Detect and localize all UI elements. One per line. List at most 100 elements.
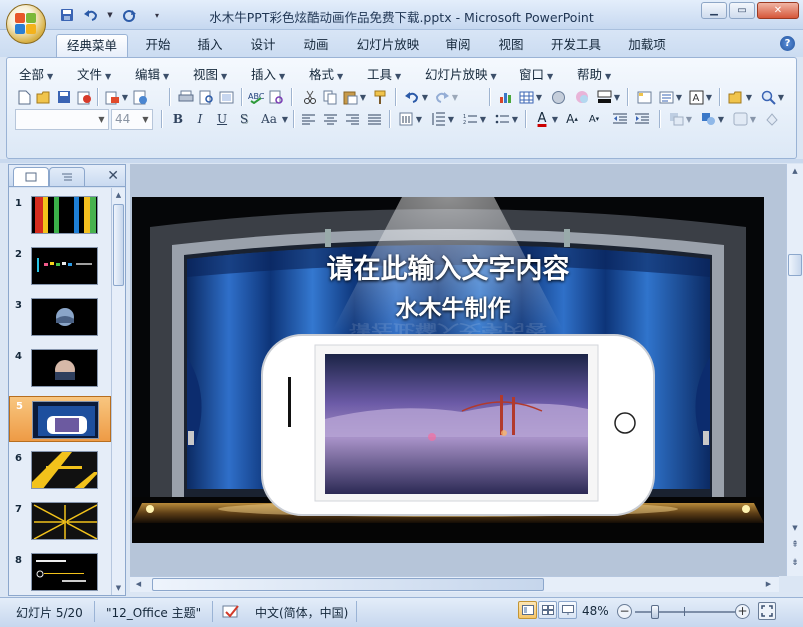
fill-color-dropdown-icon[interactable]: ▼ [613, 87, 621, 107]
tab-home[interactable]: 开始 [140, 34, 176, 57]
normal-view-button[interactable] [518, 601, 537, 619]
editor-vertical-scrollbar[interactable]: ▲ ▼ ⇞ ⇟ [786, 164, 803, 576]
tab-addins[interactable]: 加载项 [623, 34, 671, 57]
text-box-icon[interactable]: A [687, 87, 705, 107]
tab-outline[interactable] [49, 167, 85, 186]
font-size-dropdown-icon[interactable]: ▼ [139, 110, 152, 129]
slide-thumbnail[interactable]: 3 [9, 298, 111, 344]
tab-animation[interactable]: 动画 [298, 34, 334, 57]
menu-edit[interactable]: 编辑 ▼ [135, 64, 169, 83]
insert-media-icon[interactable] [549, 87, 567, 107]
menu-window[interactable]: 窗口 ▼ [519, 64, 553, 83]
text-direction-icon[interactable] [397, 109, 415, 129]
numbering-dropdown-icon[interactable]: ▼ [479, 109, 487, 129]
find-dropdown-icon[interactable]: ▼ [777, 87, 785, 107]
print-icon[interactable] [177, 87, 195, 107]
menu-file[interactable]: 文件 ▼ [77, 64, 111, 83]
redo-toolbar-dropdown-icon[interactable]: ▼ [451, 87, 459, 107]
tab-developer[interactable]: 开发工具 [546, 34, 606, 57]
zoom-slider-track[interactable] [635, 611, 735, 613]
v-scroll-thumb[interactable] [788, 254, 802, 276]
insert-table-dropdown-icon[interactable]: ▼ [535, 87, 543, 107]
bullets-icon[interactable] [493, 109, 511, 129]
increase-indent-icon[interactable] [633, 109, 651, 129]
font-name-combo[interactable]: ▼ [15, 109, 109, 130]
permission-icon[interactable] [75, 87, 93, 107]
close-button[interactable]: ✕ [757, 2, 799, 19]
quick-styles-dropdown-icon[interactable]: ▼ [749, 109, 757, 129]
grow-font-icon[interactable]: A ▴ [563, 109, 581, 129]
change-case-dropdown-icon[interactable]: ▼ [281, 109, 289, 129]
zoom-slider-handle[interactable] [651, 605, 659, 619]
fit-to-window-button[interactable] [758, 602, 776, 620]
justify-icon[interactable] [365, 109, 383, 129]
numbering-icon[interactable]: 12 [461, 109, 479, 129]
shrink-font-icon[interactable]: A ▾ [585, 109, 603, 129]
text-direction-dropdown-icon[interactable]: ▼ [415, 109, 423, 129]
bullets-dropdown-icon[interactable]: ▼ [511, 109, 519, 129]
previous-slide-icon[interactable]: ⇞ [787, 538, 803, 552]
theme-name[interactable]: "12_Office 主题" [106, 604, 201, 621]
menu-insert[interactable]: 插入 ▼ [251, 64, 285, 83]
minimize-button[interactable]: ▁ [701, 2, 727, 19]
layout-icon[interactable] [657, 87, 675, 107]
folder-dropdown-icon[interactable]: ▼ [745, 87, 753, 107]
arrange-icon[interactable] [667, 109, 685, 129]
slide-thumbnail-selected[interactable]: 5 [9, 396, 111, 442]
slide-subtitle[interactable]: 水木牛制作 [132, 289, 764, 323]
publish-icon[interactable] [131, 87, 149, 107]
italic-button[interactable]: I [191, 109, 209, 129]
menu-slideshow[interactable]: 幻灯片放映 ▼ [425, 64, 497, 83]
h-scroll-thumb[interactable] [152, 578, 544, 591]
font-color-button[interactable]: A [533, 109, 551, 129]
align-left-icon[interactable] [299, 109, 317, 129]
font-name-dropdown-icon[interactable]: ▼ [95, 110, 108, 129]
undo-toolbar-dropdown-icon[interactable]: ▼ [421, 87, 429, 107]
align-right-icon[interactable] [343, 109, 361, 129]
language-indicator[interactable]: 中文(简体，中国) [255, 604, 348, 621]
copy-icon[interactable] [321, 87, 339, 107]
undo-toolbar-icon[interactable] [403, 87, 421, 107]
page-setup-icon[interactable] [217, 87, 235, 107]
email-dropdown-icon[interactable]: ▼ [121, 87, 129, 107]
scroll-left-icon[interactable]: ◀ [132, 577, 145, 591]
panel-scrollbar[interactable]: ▲ ▼ [111, 188, 125, 595]
menu-view[interactable]: 视图 ▼ [193, 64, 227, 83]
paste-dropdown-icon[interactable]: ▼ [359, 87, 367, 107]
close-panel-icon[interactable]: ✕ [107, 168, 119, 184]
tab-slideshow[interactable]: 幻灯片放映 [352, 34, 424, 57]
slide-title[interactable]: 请在此输入文字内容 [132, 247, 764, 286]
scroll-right-icon[interactable]: ▶ [762, 577, 775, 591]
underline-button[interactable]: U [213, 109, 231, 129]
line-spacing-dropdown-icon[interactable]: ▼ [447, 109, 455, 129]
office-button[interactable] [6, 4, 46, 44]
slide-canvas[interactable]: 请在此输入文字内容 水木牛制作 请在此输入文字内容 [132, 197, 764, 543]
slide-sorter-button[interactable] [538, 601, 557, 619]
paste-icon[interactable] [341, 87, 359, 107]
shapes-icon[interactable] [699, 109, 717, 129]
menu-format[interactable]: 格式 ▼ [309, 64, 343, 83]
format-painter-icon[interactable] [371, 87, 389, 107]
slide-thumbnail[interactable]: 8 [9, 553, 111, 595]
bold-button[interactable]: B [169, 109, 187, 129]
spell-check-icon[interactable] [222, 602, 242, 623]
redo-toolbar-icon[interactable] [433, 87, 451, 107]
insert-table-icon[interactable] [517, 87, 535, 107]
text-box-dropdown-icon[interactable]: ▼ [705, 87, 713, 107]
tab-insert[interactable]: 插入 [192, 34, 228, 57]
slide-thumbnail[interactable]: 4 [9, 349, 111, 395]
zoom-out-button[interactable]: − [617, 604, 632, 619]
arrange-dropdown-icon[interactable]: ▼ [685, 109, 693, 129]
slide-thumbnail[interactable]: 6 [9, 451, 111, 497]
editor-horizontal-scrollbar[interactable]: ◀ ▶ [130, 576, 779, 592]
insert-chart-icon[interactable] [497, 87, 515, 107]
next-slide-icon[interactable]: ⇟ [787, 556, 803, 570]
tab-review[interactable]: 审阅 [440, 34, 476, 57]
spelling-icon[interactable]: ABC [247, 87, 265, 107]
decrease-indent-icon[interactable] [611, 109, 629, 129]
fill-color-icon[interactable] [595, 87, 613, 107]
research-icon[interactable] [267, 87, 285, 107]
folder-icon[interactable] [727, 87, 745, 107]
scroll-thumb[interactable] [113, 204, 124, 286]
tab-classic-menu[interactable]: 经典菜单 [56, 34, 128, 57]
